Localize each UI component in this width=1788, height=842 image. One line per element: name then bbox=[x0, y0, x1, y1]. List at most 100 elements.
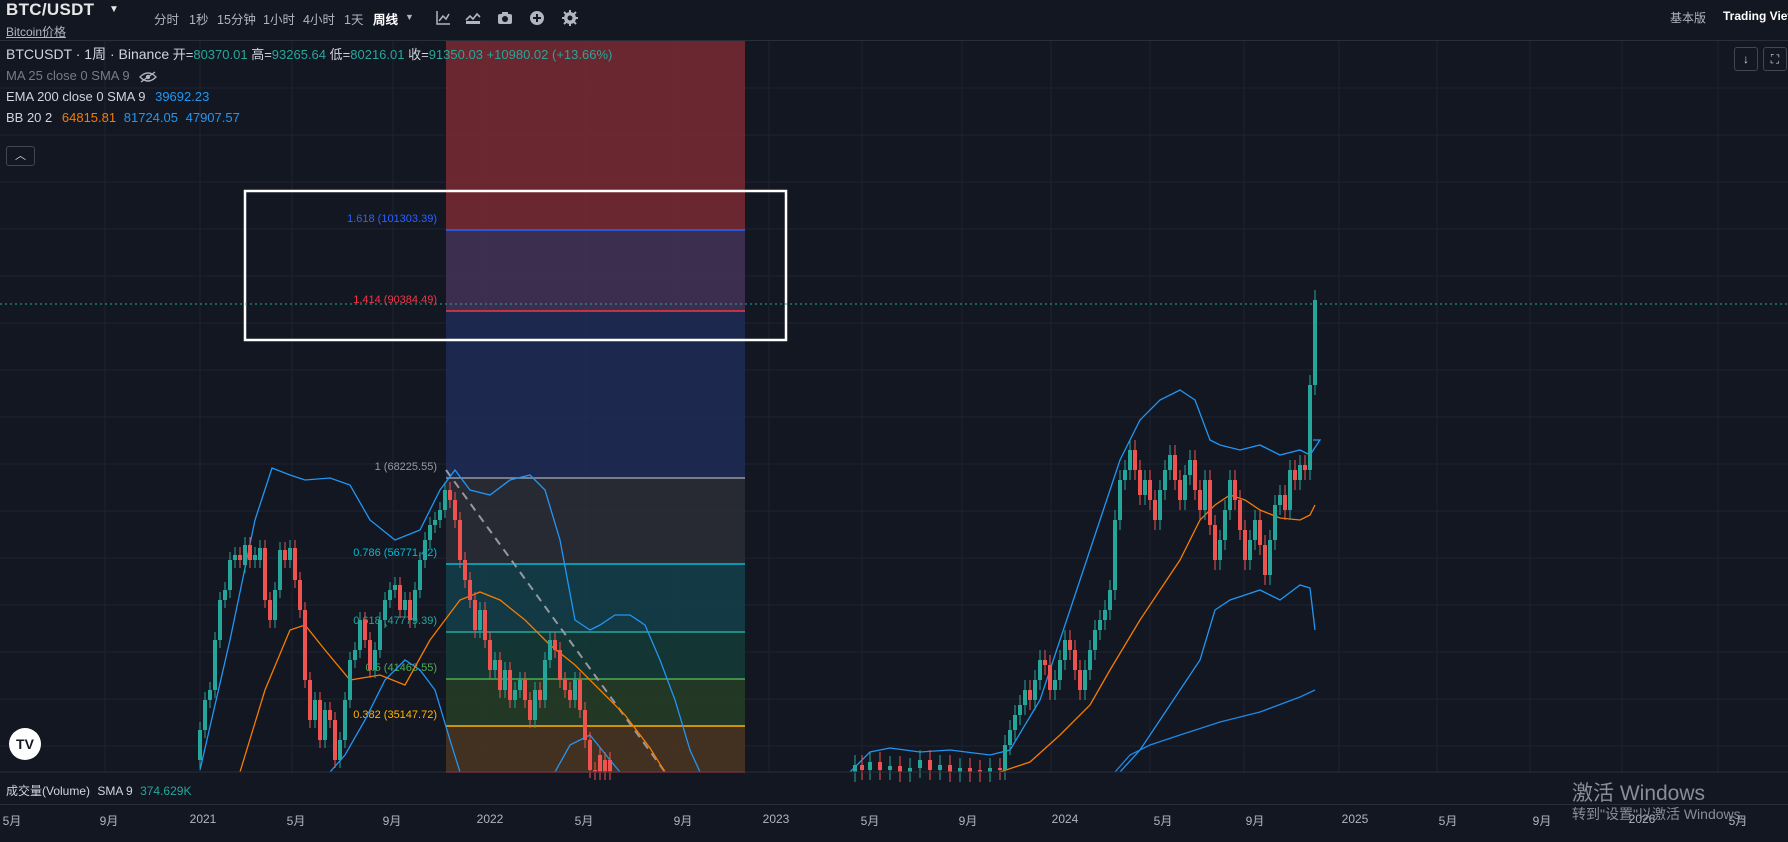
down-candle bbox=[1148, 480, 1152, 500]
down-candle bbox=[463, 560, 467, 580]
up-candle bbox=[1038, 660, 1042, 680]
bb-basis-line-2 bbox=[999, 494, 1316, 773]
up-candle bbox=[853, 765, 857, 772]
down-candle bbox=[1238, 500, 1242, 530]
up-candle bbox=[273, 590, 277, 620]
up-candle bbox=[358, 620, 362, 650]
down-candle bbox=[860, 765, 864, 770]
down-candle bbox=[368, 640, 372, 670]
bb-legend[interactable]: BB 20 2 64815.81 81724.05 47907.57 bbox=[6, 107, 612, 128]
up-candle bbox=[1013, 715, 1017, 730]
down-candle bbox=[1283, 495, 1287, 510]
up-candle bbox=[1053, 680, 1057, 690]
ma-legend[interactable]: MA 25 close 0 SMA 9 bbox=[6, 65, 612, 86]
activate-windows-title: 激活 Windows bbox=[1572, 782, 1706, 805]
volume-sma-label: SMA 9 bbox=[97, 784, 133, 798]
up-candle bbox=[1223, 510, 1227, 540]
up-candle bbox=[1118, 480, 1122, 520]
timeframe-1d[interactable]: 1天 bbox=[344, 9, 363, 28]
down-candle bbox=[408, 600, 412, 620]
up-candle bbox=[1163, 470, 1167, 490]
up-candle bbox=[208, 690, 212, 700]
symbol-description-link[interactable]: Bitcoin价格 bbox=[6, 23, 66, 40]
time-axis-label: 5月 bbox=[1153, 814, 1173, 828]
up-candle bbox=[958, 768, 962, 772]
time-axis-label: 9月 bbox=[382, 814, 402, 828]
change-value: +10980.02 (+13.66%) bbox=[486, 47, 613, 62]
compare-icon[interactable] bbox=[463, 8, 483, 28]
tradingview-link[interactable]: Trading View bbox=[1723, 9, 1788, 23]
down-candle bbox=[948, 765, 952, 772]
hidden-eye-icon[interactable] bbox=[139, 71, 158, 83]
down-candle bbox=[498, 660, 502, 690]
timeframe-1s[interactable]: 1秒 bbox=[189, 9, 208, 28]
up-candle bbox=[938, 765, 942, 770]
bb-lower-band-2 bbox=[1119, 584, 1316, 773]
symbol-title[interactable]: BTC/USDT bbox=[6, 0, 94, 20]
down-candle bbox=[563, 680, 567, 690]
up-candle bbox=[253, 555, 257, 560]
down-candle bbox=[263, 548, 267, 600]
up-candle bbox=[513, 690, 517, 700]
up-candle bbox=[1093, 630, 1097, 650]
volume-label-text: 成交量(Volume) bbox=[6, 784, 91, 798]
up-candle bbox=[1008, 730, 1012, 745]
bb-label: BB 20 2 bbox=[6, 110, 53, 125]
camera-icon[interactable] bbox=[495, 8, 515, 28]
plus-icon[interactable] bbox=[527, 8, 547, 28]
fullscreen-icon[interactable]: ⛶ bbox=[1763, 47, 1787, 71]
basic-version-link[interactable]: 基本版 bbox=[1670, 9, 1706, 26]
time-axis-label: 9月 bbox=[1245, 814, 1265, 828]
up-candle bbox=[1018, 705, 1022, 715]
timeframe-15m[interactable]: 15分钟 bbox=[217, 9, 256, 28]
up-candle bbox=[228, 560, 232, 590]
collapse-legend-button[interactable]: ︿ bbox=[6, 146, 35, 166]
up-candle bbox=[918, 760, 922, 768]
time-axis[interactable] bbox=[0, 804, 1788, 842]
up-candle bbox=[573, 680, 577, 700]
up-candle bbox=[1183, 475, 1187, 500]
indicators-icon[interactable] bbox=[433, 8, 453, 28]
down-candle bbox=[308, 680, 312, 720]
up-candle bbox=[518, 680, 522, 690]
down-candle bbox=[1028, 690, 1032, 700]
down-candle bbox=[248, 545, 252, 560]
tradingview-logo[interactable]: TV bbox=[9, 728, 41, 760]
timeframe-1h[interactable]: 1小时 bbox=[263, 9, 295, 28]
down-candle bbox=[523, 680, 527, 700]
down-candle bbox=[1208, 480, 1212, 525]
up-candle bbox=[1268, 540, 1272, 575]
up-candle bbox=[1098, 620, 1102, 630]
timeframe-dropdown-icon[interactable]: ▼ bbox=[405, 12, 414, 22]
up-candle bbox=[1203, 480, 1207, 510]
up-candle bbox=[1128, 450, 1132, 470]
ema-legend[interactable]: EMA 200 close 0 SMA 9 39692.23 bbox=[6, 86, 612, 107]
up-candle bbox=[1278, 495, 1282, 505]
up-candle bbox=[378, 620, 382, 650]
down-candle bbox=[1068, 640, 1072, 650]
up-candle bbox=[1313, 300, 1317, 385]
up-candle bbox=[1063, 640, 1067, 660]
timeframe-tick[interactable]: 分时 bbox=[154, 9, 179, 28]
down-candle bbox=[1043, 660, 1047, 665]
symbol-dropdown-icon[interactable]: ▼ bbox=[109, 4, 119, 15]
down-candle bbox=[238, 555, 242, 560]
ema-200-line bbox=[1114, 689, 1316, 773]
up-candle bbox=[1003, 745, 1007, 770]
up-candle bbox=[383, 600, 387, 620]
fib-zone bbox=[446, 311, 745, 478]
download-icon[interactable]: ↓ bbox=[1734, 47, 1758, 71]
volume-legend[interactable]: 成交量(Volume) SMA 9 374.629K bbox=[6, 782, 191, 799]
down-candle bbox=[268, 600, 272, 620]
timeframe-4h[interactable]: 4小时 bbox=[303, 9, 335, 28]
up-candle bbox=[1168, 455, 1172, 470]
timeframe-weekly[interactable]: 周线 bbox=[373, 9, 398, 28]
down-candle bbox=[1258, 520, 1262, 545]
down-candle bbox=[458, 520, 462, 560]
legend-title[interactable]: BTCUSDT · 1周 · Binance bbox=[6, 46, 169, 62]
up-candle bbox=[888, 766, 892, 770]
down-candle bbox=[1138, 470, 1142, 495]
settings-icon[interactable] bbox=[560, 8, 580, 28]
up-candle bbox=[1103, 610, 1107, 620]
bb-lower-value: 47907.57 bbox=[185, 110, 240, 125]
